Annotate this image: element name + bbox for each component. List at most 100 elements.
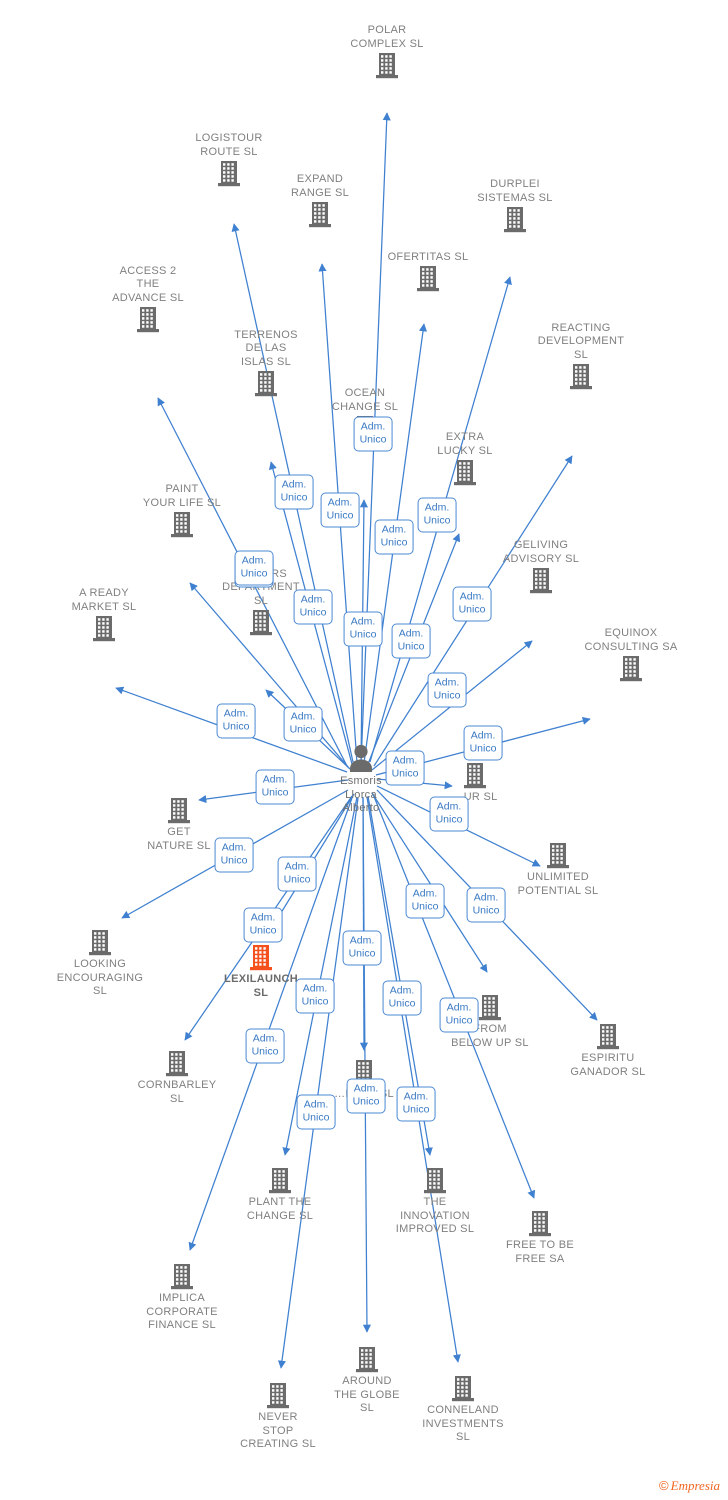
building-icon[interactable] [471, 566, 611, 595]
company-label: UNLIMITED POTENTIAL SL [517, 871, 599, 897]
relation-label-reacting-development[interactable]: Adm. Unico [452, 586, 492, 622]
building-icon[interactable] [112, 1262, 252, 1291]
relation-label-looking-encouraging[interactable]: Adm. Unico [214, 837, 254, 873]
building-icon[interactable] [395, 458, 535, 487]
building-icon [250, 945, 272, 971]
relation-label-paint-your-life[interactable]: Adm. Unico [234, 550, 274, 586]
relation-label-get-nature[interactable]: Adm. Unico [255, 769, 295, 805]
company-node-equinox-consulting[interactable]: EQUINOX CONSULTING SA [561, 626, 701, 683]
building-icon[interactable] [297, 1345, 437, 1374]
building-icon[interactable] [208, 1381, 348, 1410]
building-icon[interactable] [393, 1374, 533, 1403]
relation-label-the-innovation[interactable]: Adm. Unico [382, 980, 422, 1016]
company-label: PAINT YOUR LIFE SL [142, 483, 222, 509]
relation-label-ocean-change[interactable]: Adm. Unico [343, 611, 383, 647]
relation-label-extra-lucky[interactable]: Adm. Unico [391, 623, 431, 659]
relation-label-implica-corporate[interactable]: Adm. Unico [245, 1028, 285, 1064]
building-icon [166, 1051, 188, 1077]
company-node-plant-the-change[interactable]: PLANT THE CHANGE SL [210, 1166, 350, 1223]
relation-label-unlimited-potential[interactable]: Adm. Unico [429, 796, 469, 832]
company-node-polar-complex[interactable]: POLAR COMPLEX SL [317, 23, 457, 80]
relation-label-a-ready-market[interactable]: Adm. Unico [216, 703, 256, 739]
relation-label-equinox-consulting[interactable]: Adm. Unico [463, 725, 503, 761]
building-icon[interactable] [445, 205, 585, 234]
building-icon [171, 1264, 193, 1290]
building-icon [250, 610, 272, 636]
relation-label-polar-complex[interactable]: Adm. Unico [353, 416, 393, 452]
building-icon[interactable] [107, 1049, 247, 1078]
company-label: ESPIRITU GANADOR SL [570, 1052, 646, 1078]
building-icon[interactable] [488, 841, 628, 870]
building-icon [267, 1383, 289, 1409]
company-node-unlimited-potential[interactable]: UNLIMITED POTENTIAL SL [488, 841, 628, 898]
relation-label-durplei-sistemas[interactable]: Adm. Unico [417, 497, 457, 533]
relation-label-logistour-route[interactable]: Adm. Unico [274, 474, 314, 510]
company-node-never-stop-creating[interactable]: NEVER STOP CREATING SL [208, 1381, 348, 1452]
company-node-expand-range[interactable]: EXPAND RANGE SL [250, 172, 390, 229]
relation-label-geliving-advisory[interactable]: Adm. Unico [427, 672, 467, 708]
relationship-graph: POLAR COMPLEX SL LOGISTOUR ROUTE SL EXPAND… [0, 0, 728, 1500]
brand-name: Empresia [670, 1478, 720, 1493]
relation-label-espiritu-ganador[interactable]: Adm. Unico [466, 887, 506, 923]
company-node-paint-your-life[interactable]: PAINT YOUR LIFE SL [112, 482, 252, 539]
relation-label-obscured-ur[interactable]: Adm. Unico [385, 750, 425, 786]
building-icon [504, 207, 526, 233]
company-label: EXTRA LUCKY SL [437, 431, 493, 457]
person-icon [350, 744, 372, 772]
relation-label-never-stop-creating[interactable]: Adm. Unico [296, 1094, 336, 1130]
building-icon[interactable] [470, 1209, 610, 1238]
relation-label-terrenos-de-las-islas[interactable]: Adm. Unico [293, 589, 333, 625]
building-icon [218, 161, 240, 187]
building-icon[interactable] [30, 928, 170, 957]
relation-label-from-below-up[interactable]: Adm. Unico [405, 883, 445, 919]
building-icon [620, 656, 642, 682]
relation-label-around-the-globe[interactable]: Adm. Unico [346, 1078, 386, 1114]
building-icon [424, 1168, 446, 1194]
building-icon[interactable] [34, 614, 174, 643]
company-node-implica-corporate[interactable]: IMPLICA CORPORATE FINANCE SL [112, 1262, 252, 1333]
relation-label-obscured-ever[interactable]: Adm. Unico [342, 930, 382, 966]
company-node-reacting-development[interactable]: REACTING DEVELOPMENT SL [511, 321, 651, 392]
building-icon[interactable] [365, 1166, 505, 1195]
building-icon [417, 266, 439, 292]
relation-label-players-department[interactable]: Adm. Unico [283, 706, 323, 742]
company-node-conneland-investments[interactable]: CONNELAND INVESTMENTS SL [393, 1374, 533, 1445]
building-icon [171, 512, 193, 538]
company-node-extra-lucky[interactable]: EXTRA LUCKY SL [395, 430, 535, 487]
company-label: TERRENOS DE LAS ISLAS SL [234, 328, 298, 368]
building-icon [93, 616, 115, 642]
company-node-looking-encouraging[interactable]: LOOKING ENCOURAGING SL [30, 928, 170, 999]
building-icon[interactable] [511, 362, 651, 391]
building-icon[interactable] [561, 654, 701, 683]
building-icon[interactable] [109, 796, 249, 825]
relation-label-expand-range[interactable]: Adm. Unico [320, 492, 360, 528]
building-icon [547, 843, 569, 869]
company-label: NEVER STOP CREATING SL [240, 1411, 316, 1450]
company-node-cornbarley[interactable]: CORNBARLEY SL [107, 1049, 247, 1106]
building-icon[interactable] [210, 1166, 350, 1195]
company-label: LOOKING ENCOURAGING SL [56, 958, 144, 997]
building-icon [309, 202, 331, 228]
relation-label-lexilaunch[interactable]: Adm. Unico [277, 856, 317, 892]
company-node-durplei-sistemas[interactable]: DURPLEI SISTEMAS SL [445, 177, 585, 234]
company-node-ofertitas[interactable]: OFERTITAS SL [358, 250, 498, 294]
building-icon-highlighted[interactable] [191, 943, 331, 972]
building-icon [464, 763, 486, 789]
building-icon[interactable] [112, 510, 252, 539]
company-node-geliving-advisory[interactable]: GELIVING ADVISORY SL [471, 538, 611, 595]
relation-label-conneland-investments[interactable]: Adm. Unico [396, 1086, 436, 1122]
relation-label-ofertitas[interactable]: Adm. Unico [374, 519, 414, 555]
building-icon[interactable] [250, 200, 390, 229]
relation-label-plant-the-change[interactable]: Adm. Unico [295, 978, 335, 1014]
relation-label-free-to-be-free[interactable]: Adm. Unico [439, 997, 479, 1033]
empresia-watermark: © Empresia [659, 1478, 720, 1494]
building-icon[interactable] [317, 51, 457, 80]
company-label: DURPLEI SISTEMAS SL [477, 178, 553, 204]
company-node-access-2-the-advance[interactable]: ACCESS 2 THE ADVANCE SL [78, 264, 218, 335]
relation-label-cornbarley[interactable]: Adm. Unico [243, 907, 283, 943]
company-node-espiritu-ganador[interactable]: ESPIRITU GANADOR SL [538, 1022, 678, 1079]
company-node-a-ready-market[interactable]: A READY MARKET SL [34, 586, 174, 643]
building-icon[interactable] [358, 264, 498, 293]
company-node-free-to-be-free[interactable]: FREE TO BE FREE SA [470, 1209, 610, 1266]
building-icon[interactable] [538, 1022, 678, 1051]
